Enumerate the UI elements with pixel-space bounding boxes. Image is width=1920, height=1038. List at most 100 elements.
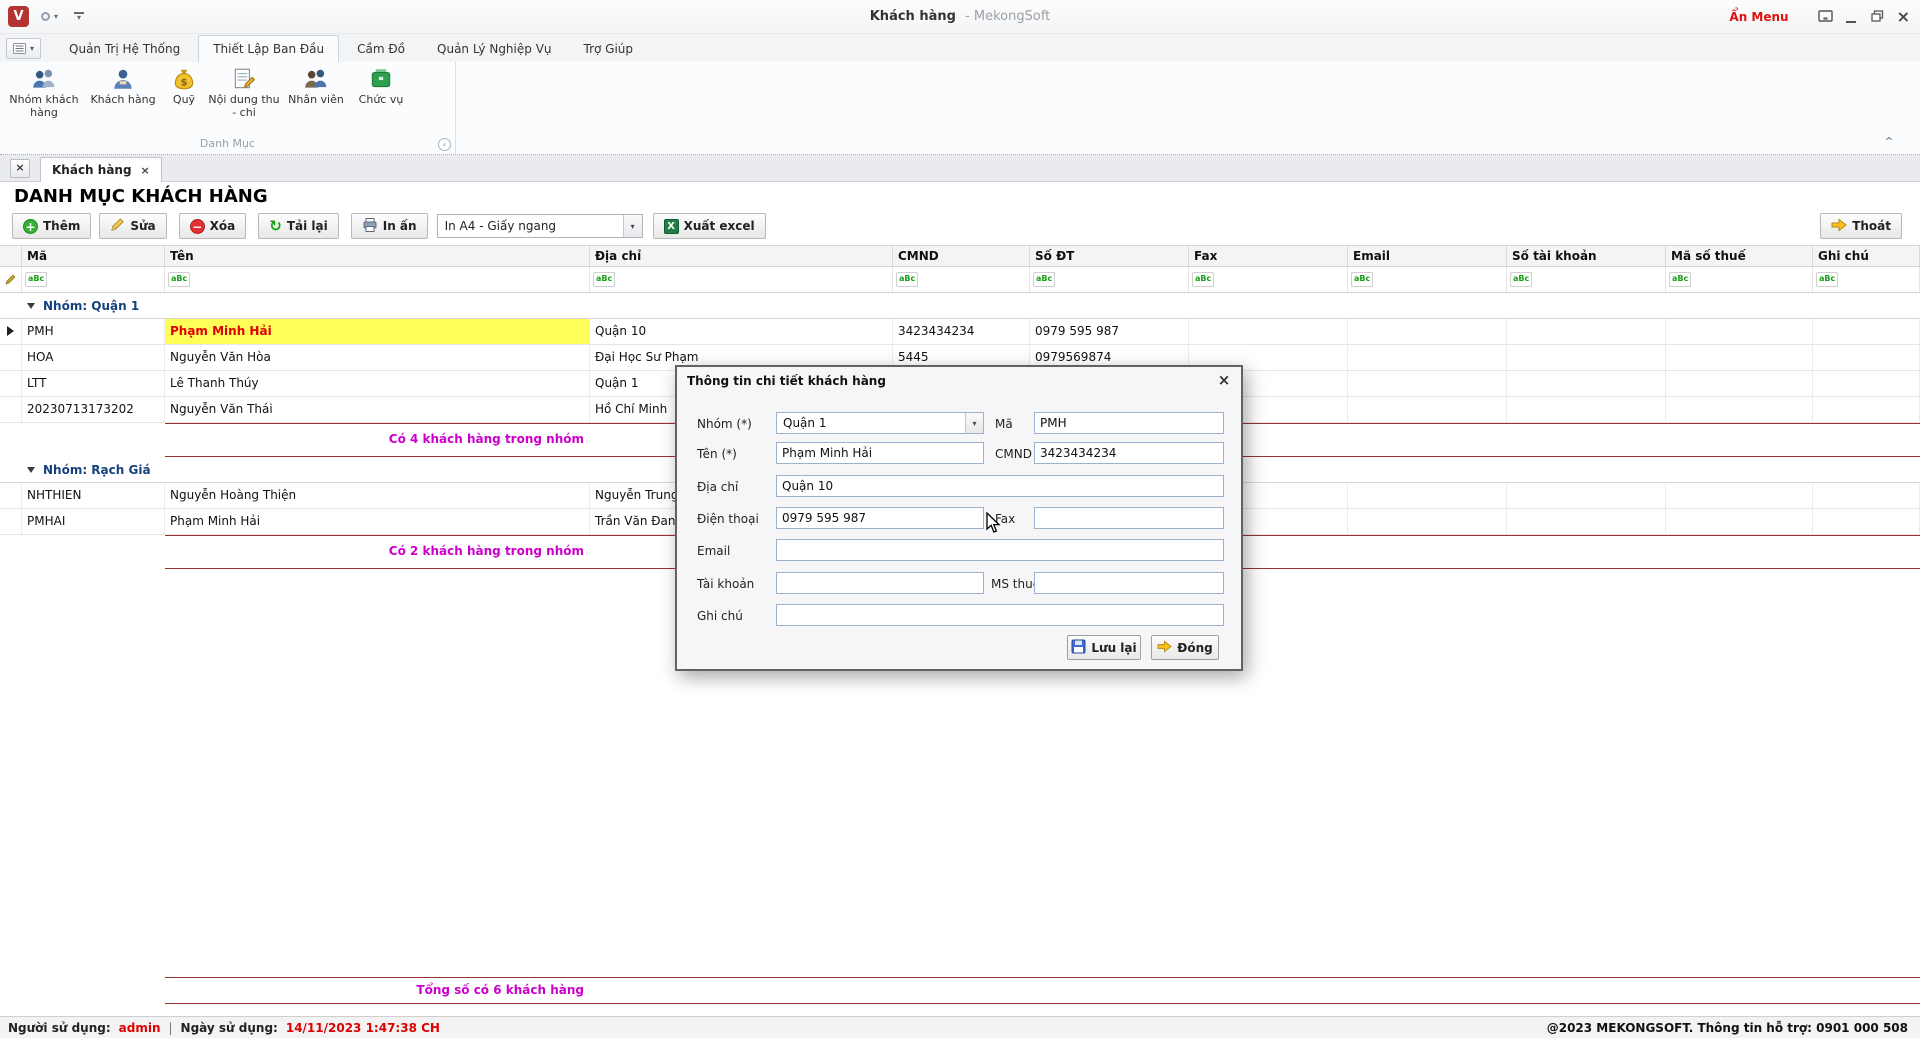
column-header-ma[interactable]: Mã (22, 246, 165, 266)
minimize-icon[interactable] (1846, 11, 1858, 23)
ms-thue-input[interactable] (1034, 572, 1224, 594)
filter-cell-ma-so-thue[interactable]: aBc (1666, 267, 1813, 292)
cell-email[interactable] (1348, 345, 1507, 371)
hide-menu-button[interactable]: Ẩn Menu (1729, 10, 1788, 24)
cell-ma[interactable]: HOA (22, 345, 165, 371)
email-input[interactable] (776, 539, 1224, 561)
cell-ghi-chu[interactable] (1813, 483, 1920, 509)
cell-ten-selected[interactable]: Phạm Minh Hải (165, 319, 590, 345)
column-header-cmnd[interactable]: CMND (893, 246, 1030, 266)
ghi-chu-input[interactable] (776, 604, 1224, 626)
filter-abc-icon[interactable]: aBc (168, 272, 190, 287)
column-header-dia-chi[interactable]: Địa chỉ (590, 246, 893, 266)
cell-ma[interactable]: PMH (22, 319, 165, 345)
cell-so-dt[interactable]: 0979 595 987 (1030, 319, 1189, 345)
collapse-group-icon[interactable] (27, 467, 35, 473)
collapse-group-icon[interactable] (27, 303, 35, 309)
column-header-ma-so-thue[interactable]: Mã số thuế (1666, 246, 1813, 266)
cell-ten[interactable]: Nguyễn Văn Hòa (165, 345, 590, 371)
print-format-select[interactable]: In A4 - Giấy ngang ▾ (437, 214, 643, 238)
filter-cell-ma[interactable]: aBc (22, 267, 165, 292)
tab-close-icon[interactable]: × (141, 164, 150, 177)
cell-so-tai-khoan[interactable] (1507, 509, 1666, 535)
app-menu-button[interactable]: ▾ (6, 38, 41, 59)
cell-so-tai-khoan[interactable] (1507, 397, 1666, 423)
edit-button[interactable]: Sửa (99, 213, 166, 239)
cell-ten[interactable]: Nguyễn Văn Thái (165, 397, 590, 423)
ribbon-tab-quan-ly-nghiep-vu[interactable]: Quản Lý Nghiệp Vụ (423, 37, 566, 62)
cell-email[interactable] (1348, 319, 1507, 345)
cell-so-tai-khoan[interactable] (1507, 319, 1666, 345)
cell-email[interactable] (1348, 371, 1507, 397)
cell-email[interactable] (1348, 509, 1507, 535)
chevron-down-icon[interactable]: ▾ (623, 215, 642, 237)
dialog-close-icon[interactable]: × (1216, 371, 1232, 389)
reload-button[interactable]: ↻ Tải lại (258, 213, 338, 239)
cell-email[interactable] (1348, 397, 1507, 423)
cell-ghi-chu[interactable] (1813, 345, 1920, 371)
app-logo-icon[interactable]: V (8, 6, 29, 27)
chevron-down-icon[interactable]: ▾ (965, 413, 983, 433)
filter-cell-cmnd[interactable]: aBc (893, 267, 1030, 292)
cell-ten[interactable]: Nguyễn Hoàng Thiện (165, 483, 590, 509)
cell-ten[interactable]: Lê Thanh Thúy (165, 371, 590, 397)
column-header-so-dt[interactable]: Số ĐT (1030, 246, 1189, 266)
cell-ten[interactable]: Phạm Minh Hải (165, 509, 590, 535)
cell-fax[interactable] (1189, 319, 1348, 345)
cell-ma[interactable]: 20230713173202 (22, 397, 165, 423)
export-excel-button[interactable]: X Xuất excel (653, 213, 766, 239)
cell-ma[interactable]: LTT (22, 371, 165, 397)
cell-cmnd[interactable]: 3423434234 (893, 319, 1030, 345)
cell-ghi-chu[interactable] (1813, 509, 1920, 535)
close-button[interactable]: Đóng (1151, 635, 1219, 660)
filter-abc-icon[interactable]: aBc (1192, 272, 1214, 287)
column-header-ten[interactable]: Tên (165, 246, 590, 266)
filter-abc-icon[interactable]: aBc (1033, 272, 1055, 287)
column-header-email[interactable]: Email (1348, 246, 1507, 266)
filter-abc-icon[interactable]: aBc (896, 272, 918, 287)
table-row[interactable]: PMH Phạm Minh Hải Quận 10 3423434234 097… (0, 319, 1920, 345)
restore-icon[interactable] (1871, 10, 1884, 25)
cell-ma-so-thue[interactable] (1666, 319, 1813, 345)
exit-button[interactable]: Thoát (1820, 213, 1902, 239)
quick-access-icon[interactable] (41, 12, 50, 21)
cell-so-tai-khoan[interactable] (1507, 345, 1666, 371)
ribbon-item-nhan-vien[interactable]: Nhân viên (280, 64, 352, 107)
cell-ghi-chu[interactable] (1813, 371, 1920, 397)
filter-cell-email[interactable]: aBc (1348, 267, 1507, 292)
cell-so-tai-khoan[interactable] (1507, 483, 1666, 509)
ribbon-item-nhom-khach-hang[interactable]: Nhóm khách hàng (2, 64, 86, 119)
ribbon-item-khach-hang[interactable]: Khách hàng (86, 64, 160, 107)
filter-abc-icon[interactable]: aBc (1510, 272, 1532, 287)
ribbon-tab-quan-tri-he-thong[interactable]: Quản Trị Hệ Thống (55, 37, 194, 62)
ribbon-tab-thiet-lap-ban-dau[interactable]: Thiết Lập Ban Đầu (198, 35, 339, 62)
group-dialog-launcher-button[interactable]: ‹ (438, 138, 451, 151)
filter-cell-dia-chi[interactable]: aBc (590, 267, 893, 292)
cell-dia-chi[interactable]: Quận 10 (590, 319, 893, 345)
cell-ma[interactable]: PMHAI (22, 509, 165, 535)
cell-ghi-chu[interactable] (1813, 319, 1920, 345)
column-header-fax[interactable]: Fax (1189, 246, 1348, 266)
cell-ma-so-thue[interactable] (1666, 509, 1813, 535)
delete-button[interactable]: − Xóa (179, 213, 247, 239)
column-header-ghi-chu[interactable]: Ghi chú (1813, 246, 1920, 266)
fax-input[interactable] (1034, 507, 1224, 529)
ribbon-tab-cam-do[interactable]: Cầm Đồ (343, 37, 419, 62)
print-button[interactable]: In ấn (351, 213, 428, 239)
cell-so-tai-khoan[interactable] (1507, 371, 1666, 397)
tai-khoan-input[interactable] (776, 572, 984, 594)
close-document-button[interactable]: × (10, 159, 30, 178)
filter-abc-icon[interactable]: aBc (1816, 272, 1838, 287)
filter-abc-icon[interactable]: aBc (1351, 272, 1373, 287)
fullscreen-icon[interactable] (1818, 10, 1833, 25)
filter-abc-icon[interactable]: aBc (1669, 272, 1691, 287)
cell-ma[interactable]: NHTHIEN (22, 483, 165, 509)
ribbon-collapse-button[interactable]: ^ (1880, 135, 1898, 151)
save-button[interactable]: Lưu lại (1067, 635, 1141, 660)
filter-abc-icon[interactable]: aBc (593, 272, 615, 287)
add-button[interactable]: + Thêm (12, 213, 91, 239)
chevron-down-icon[interactable]: ▾ (54, 12, 58, 21)
ribbon-item-chuc-vu[interactable]: Chức vụ (352, 64, 410, 107)
qat-customize-button[interactable]: ▾ (74, 12, 84, 21)
ma-input[interactable] (1034, 412, 1224, 434)
